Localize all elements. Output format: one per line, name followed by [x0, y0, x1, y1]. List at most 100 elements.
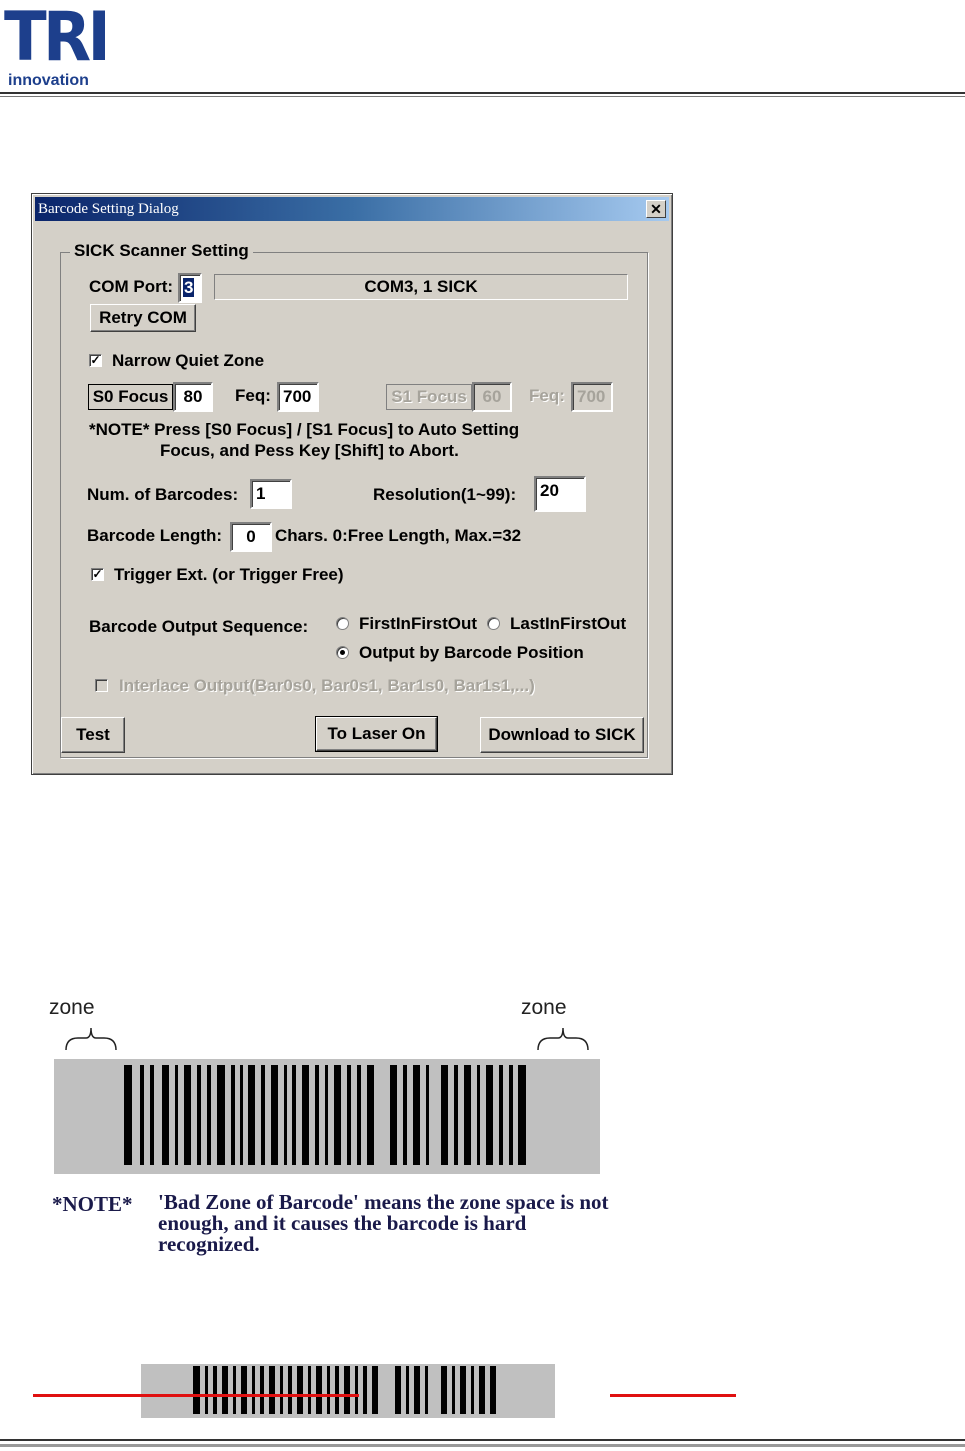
retry-com-button[interactable]: Retry COM — [90, 304, 196, 332]
s0-focus-button[interactable]: S0 Focus — [88, 384, 173, 410]
barcode-bar — [372, 1366, 378, 1414]
barcode-bar — [217, 1065, 225, 1165]
barcode-bar — [335, 1366, 339, 1414]
footer-divider-thick — [0, 1444, 965, 1447]
barcode-bar — [269, 1366, 275, 1414]
barcode-bar — [414, 1366, 420, 1414]
barcode-bar — [344, 1366, 350, 1414]
barcode-bar — [454, 1065, 458, 1165]
barcode-bar — [471, 1366, 474, 1414]
laser-scan-line — [33, 1394, 359, 1397]
dialog-title: Barcode Setting Dialog — [38, 201, 179, 217]
barcode-bar — [193, 1366, 200, 1414]
barcode-bar — [213, 1366, 217, 1414]
radio-first-in-first-out[interactable] — [336, 617, 349, 630]
barcode-bar — [327, 1366, 330, 1414]
barcode-bar — [271, 1065, 278, 1165]
narrow-quiet-zone-label: Narrow Quiet Zone — [112, 351, 265, 370]
barcode-bar — [240, 1065, 243, 1165]
barcode-bar — [347, 1065, 351, 1165]
num-barcodes-input[interactable]: 1 — [250, 479, 292, 509]
barcode-bar — [518, 1065, 526, 1165]
zone-label-right: zone — [521, 996, 567, 1019]
barcode-length-input[interactable]: 0 — [230, 522, 272, 552]
barcode-bar — [261, 1065, 265, 1165]
s0-feq-input[interactable]: 700 — [277, 382, 319, 412]
barcode-bar — [441, 1065, 448, 1165]
barcode-bar — [205, 1366, 208, 1414]
s1-focus-button: S1 Focus — [386, 384, 472, 410]
logo-subtitle: innovation — [8, 72, 89, 89]
barcode-bar — [426, 1065, 429, 1165]
s0-feq-label: Feq: — [235, 386, 271, 405]
header-divider — [0, 92, 965, 94]
barcode-bar — [248, 1065, 255, 1165]
barcode-bar — [316, 1366, 322, 1414]
barcode-bar — [477, 1065, 480, 1165]
barcode-bar — [197, 1065, 201, 1165]
radio-fifo-label: FirstInFirstOut — [359, 614, 478, 633]
interlace-label: Interlace Output(Bar0s0, Bar0s1, Bar1s0,… — [119, 676, 535, 695]
tri-innovation-logo: TRI innovation — [4, 4, 124, 90]
barcode-bar — [175, 1065, 178, 1165]
barcode-bar — [390, 1065, 397, 1165]
barcode-bar — [490, 1366, 496, 1414]
barcode-length-hint: Chars. 0:Free Length, Max.=32 — [275, 526, 522, 545]
zone-brace-left-icon — [65, 1027, 117, 1051]
laser-scan-line-right — [610, 1394, 736, 1397]
group-label: SICK Scanner Setting — [70, 241, 253, 261]
zone-label-left: zone — [49, 996, 95, 1019]
narrow-quiet-zone-checkbox[interactable]: ✓ — [89, 354, 102, 367]
illustration-note-key: *NOTE* — [52, 1192, 133, 1216]
barcode-bar — [284, 1065, 287, 1165]
barcode-bar — [452, 1366, 455, 1414]
resolution-input[interactable]: 20 — [534, 476, 586, 512]
barcode-bar — [124, 1065, 132, 1165]
barcode-bar — [162, 1065, 169, 1165]
radio-position-label: Output by Barcode Position — [359, 643, 584, 662]
radio-output-by-position[interactable] — [336, 646, 349, 659]
radio-last-in-first-out[interactable] — [487, 617, 500, 630]
s1-focus-input: 60 — [472, 382, 512, 412]
zone-brace-right-icon — [537, 1027, 589, 1051]
barcode-bar — [222, 1366, 228, 1414]
interlace-checkbox — [95, 679, 108, 692]
barcode-bar — [150, 1065, 154, 1165]
barcode-bar — [406, 1366, 409, 1414]
trigger-ext-checkbox[interactable]: ✓ — [91, 568, 104, 581]
barcode-bar — [441, 1366, 447, 1414]
close-icon[interactable]: ✕ — [646, 200, 666, 218]
barcode-bar — [288, 1366, 292, 1414]
num-barcodes-label: Num. of Barcodes: — [87, 485, 239, 504]
barcode-bar — [315, 1065, 319, 1165]
radio-lifo-label: LastInFirstOut — [510, 614, 627, 633]
test-button[interactable]: Test — [61, 717, 125, 753]
barcode-bar — [425, 1366, 428, 1414]
barcode-bar — [308, 1366, 311, 1414]
download-to-sick-button[interactable]: Download to SICK — [480, 717, 644, 753]
barcode-bar — [302, 1065, 309, 1165]
s1-feq-input: 700 — [571, 382, 613, 412]
barcode-bar — [140, 1065, 144, 1165]
com-port-label: COM Port: — [89, 277, 174, 296]
dialog-titlebar[interactable]: Barcode Setting Dialog ✕ — [35, 197, 669, 221]
focus-note-line2: Focus, and Pess Key [Shift] to Abort. — [160, 441, 459, 460]
barcode-bar — [297, 1366, 303, 1414]
com-port-input[interactable]: 3 — [178, 273, 202, 303]
logo-letters: TRI — [4, 0, 111, 77]
barcode-bar — [207, 1065, 211, 1165]
resolution-label: Resolution(1~99): — [373, 485, 517, 504]
illustration-note-text: 'Bad Zone of Barcode' means the zone spa… — [158, 1190, 609, 1256]
s1-feq-label: Feq: — [529, 386, 565, 405]
barcode-bar — [464, 1065, 471, 1165]
to-laser-on-button[interactable]: To Laser On — [315, 716, 438, 752]
header-divider-thin — [0, 96, 965, 97]
focus-note-line1: *NOTE* Press [S0 Focus] / [S1 Focus] to … — [89, 420, 520, 439]
barcode-bar — [184, 1065, 191, 1165]
barcode-bar — [363, 1366, 367, 1414]
barcode-bar — [357, 1065, 361, 1165]
trigger-ext-label: Trigger Ext. (or Trigger Free) — [114, 565, 344, 584]
barcode-bar — [460, 1366, 466, 1414]
s0-focus-input[interactable]: 80 — [173, 382, 213, 412]
barcode-bar — [403, 1065, 407, 1165]
